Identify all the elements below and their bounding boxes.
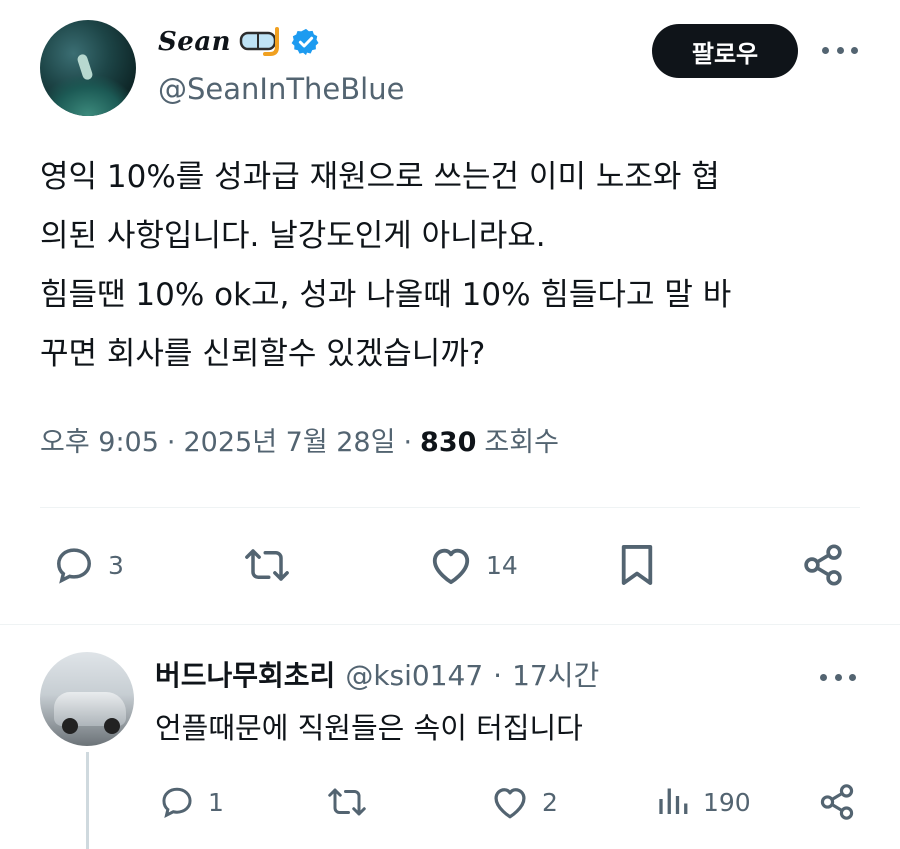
thread-line [86, 752, 89, 849]
more-icon[interactable] [822, 45, 858, 55]
reply-icon [162, 787, 192, 819]
reply-separator [0, 624, 900, 625]
reply-reply-button[interactable]: 1 [158, 784, 224, 820]
retweet-icon [328, 788, 366, 816]
reply-count: 3 [108, 550, 124, 580]
like-count: 14 [486, 550, 518, 580]
reply-views-count: 190 [703, 787, 751, 817]
reply-author-name[interactable]: 버드나무회초리 [155, 654, 335, 694]
avatar-reef [40, 76, 136, 116]
views-chart-icon [659, 788, 688, 814]
reply-retweet-button[interactable] [326, 784, 368, 820]
tweet-time[interactable]: 오후 9:05 [40, 420, 159, 459]
reply-author-avatar[interactable] [40, 652, 134, 746]
reply-more-icon[interactable] [820, 672, 856, 682]
share-icon [820, 784, 854, 820]
share-button[interactable] [801, 542, 845, 588]
reply-like-button[interactable]: 2 [490, 784, 558, 820]
reply-button[interactable]: 3 [52, 544, 124, 586]
author-avatar[interactable] [40, 20, 136, 116]
author-handle[interactable]: @SeanInTheBlue [158, 72, 404, 106]
divider [40, 507, 860, 508]
avatar-wheel [104, 718, 120, 734]
tweet-text: 영익 10%를 성과급 재원으로 쓰는건 이미 노조와 협 의된 사항입니다. … [40, 159, 732, 372]
bookmark-icon [621, 545, 653, 585]
like-button[interactable]: 14 [428, 544, 518, 586]
share-icon [804, 544, 842, 586]
reply-share-button[interactable] [818, 782, 856, 822]
bookmark-button[interactable] [618, 542, 656, 588]
views-count: 830 [420, 427, 477, 458]
reply-header: 버드나무회초리 @ksi0147 · 17시간 [155, 654, 599, 694]
retweet-icon [245, 549, 289, 581]
author-display-name[interactable]: Sean [158, 27, 231, 57]
heart-icon [494, 788, 526, 819]
reply-separator-dot: · [493, 659, 503, 692]
reply-time[interactable]: 17시간 [512, 654, 599, 694]
views-label: 조회수 [484, 427, 559, 458]
meta-separator: · [166, 427, 176, 458]
reply-text: 언플때문에 직원들은 속이 터집니다 [155, 711, 583, 745]
retweet-button[interactable] [243, 544, 291, 586]
avatar-wheel [62, 718, 78, 734]
follow-button[interactable]: 팔로우 [652, 24, 798, 78]
snorkel-mask-emoji-icon [239, 27, 280, 56]
verified-badge-icon [291, 28, 319, 56]
heart-icon [432, 548, 470, 585]
tweet-meta: 오후 9:05 · 2025년 7월 28일 · 830 조회수 [40, 420, 559, 459]
reply-like-count: 2 [542, 787, 558, 817]
reply-author-handle[interactable]: @ksi0147 [345, 659, 483, 692]
reply-reply-count: 1 [208, 787, 224, 817]
meta-separator: · [403, 427, 413, 458]
tweet-date[interactable]: 2025년 7월 28일 [184, 420, 396, 459]
reply-views-button[interactable]: 190 [655, 784, 751, 820]
author-name-row: Sean [158, 22, 321, 62]
reply-icon [57, 548, 91, 584]
